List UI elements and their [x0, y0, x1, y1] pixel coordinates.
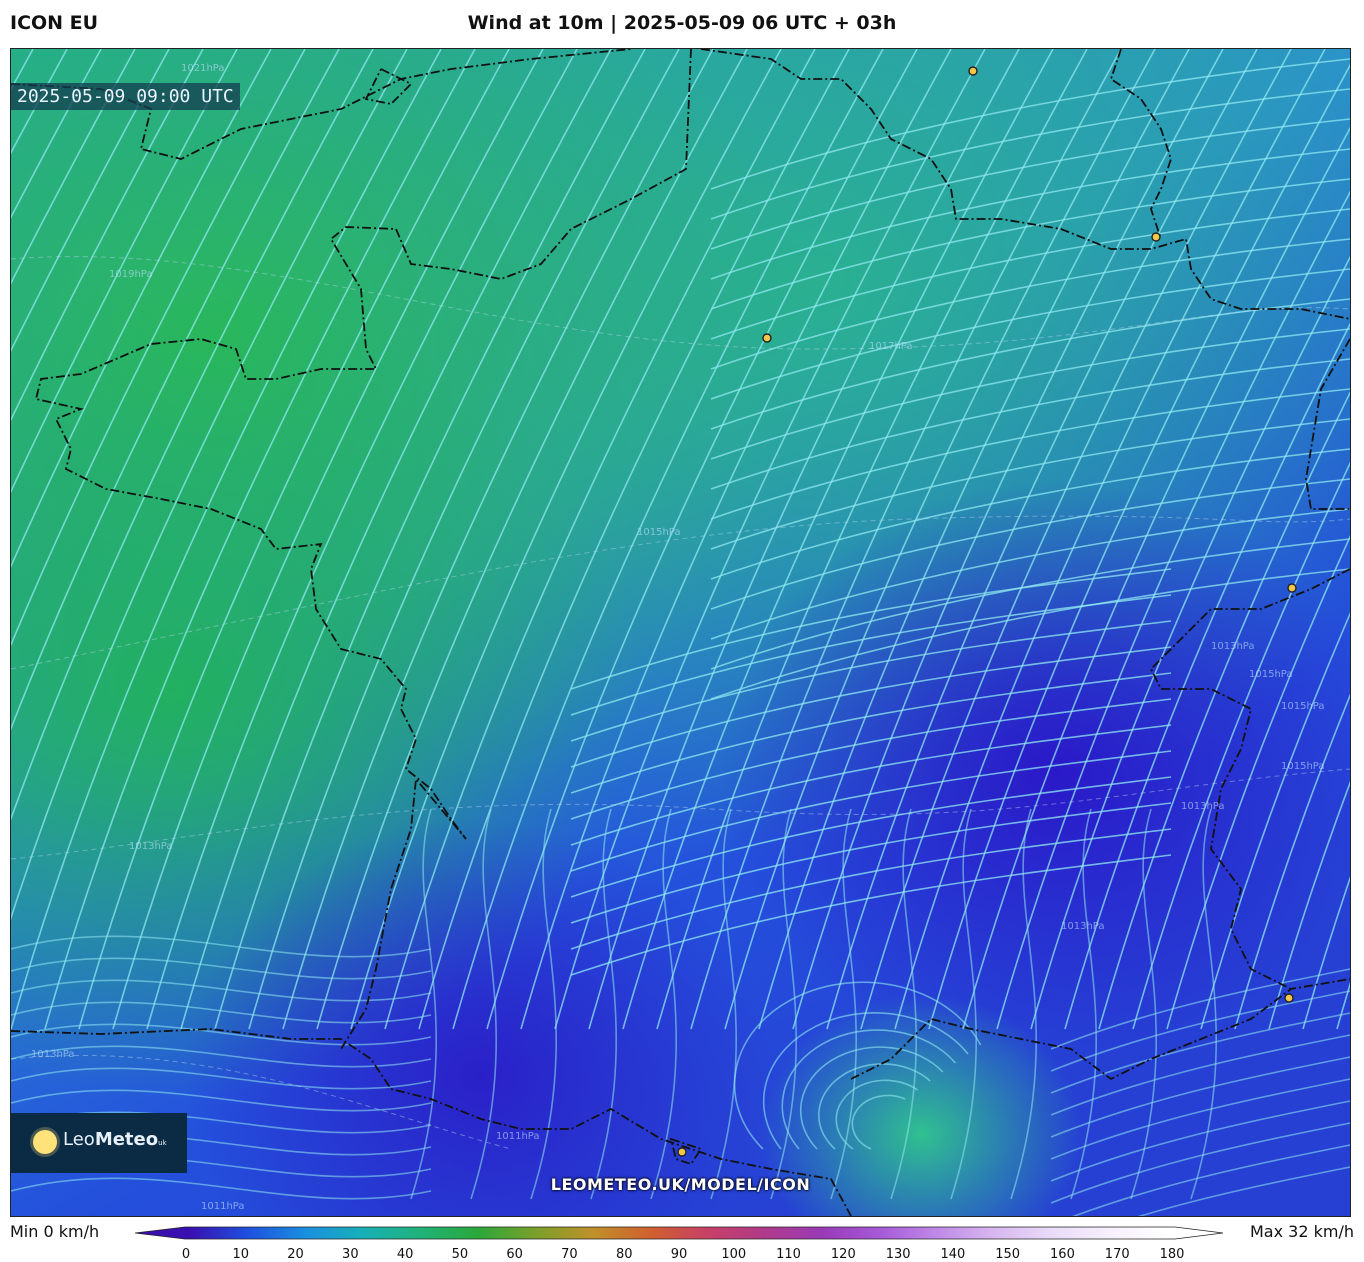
color-scale-tick: 10 — [232, 1247, 250, 1262]
color-scale-gradient — [135, 1226, 1224, 1240]
isobar-label: 1013hPa — [1181, 801, 1225, 812]
color-scale-tick: 70 — [561, 1247, 578, 1262]
color-scale-tick: 170 — [1104, 1247, 1130, 1262]
isobar-label: 1013hPa — [31, 1049, 75, 1060]
color-scale-tick: 60 — [506, 1247, 523, 1262]
isobar-label: 1013hPa — [1211, 641, 1255, 652]
isobar-label: 1015hPa — [1249, 669, 1293, 680]
logo-text: LeoMeteouk — [63, 1129, 167, 1150]
color-scale-tick: 80 — [615, 1247, 633, 1262]
isobar-label: 1015hPa — [1281, 701, 1325, 712]
wind-field: 1021hPa 1019hPa 1017hPa 1015hPa 1013hPa … — [11, 49, 1350, 1216]
color-scale-bar — [135, 1226, 1224, 1240]
legend-min-label: Min 0 km/h — [10, 1222, 100, 1241]
color-scale-tick: 180 — [1159, 1247, 1185, 1262]
isobar-label: 1011hPa — [201, 1201, 245, 1212]
isobar-label: 1015hPa — [637, 527, 681, 538]
isobar-label: 1013hPa — [129, 841, 173, 852]
color-scale-tick: 90 — [670, 1247, 688, 1262]
color-scale-tick: 0 — [181, 1247, 191, 1262]
sun-icon — [33, 1130, 57, 1154]
isobar-label: 1017hPa — [869, 341, 913, 352]
isobar-label: 1011hPa — [496, 1131, 540, 1142]
color-scale-tick: 120 — [830, 1247, 856, 1262]
color-scale-tick: 140 — [940, 1247, 966, 1262]
color-scale-tick: 110 — [776, 1247, 801, 1262]
color-scale-tick: 40 — [396, 1247, 414, 1262]
color-scale-tick: 130 — [885, 1247, 911, 1262]
leometeo-logo[interactable]: LeoMeteouk — [11, 1113, 187, 1173]
isobar-label: 1015hPa — [1281, 761, 1325, 772]
color-scale-tick: 20 — [287, 1247, 304, 1262]
color-scale-tick: 50 — [451, 1247, 469, 1262]
color-scale-tick: 100 — [721, 1247, 747, 1262]
wind-map[interactable]: 1021hPa 1019hPa 1017hPa 1015hPa 1013hPa … — [10, 48, 1351, 1217]
chart-title: Wind at 10m | 2025-05-09 06 UTC + 03h — [467, 12, 897, 34]
color-scale-tick: 160 — [1050, 1247, 1075, 1262]
isobar-label: 1019hPa — [109, 269, 153, 280]
valid-time-label: 2025-05-09 09:00 UTC — [11, 83, 240, 110]
color-scale-tick: 30 — [342, 1247, 359, 1262]
isobar-label: 1013hPa — [1061, 921, 1105, 932]
watermark-url: LEOMETEO.UK/MODEL/ICON — [550, 1175, 811, 1194]
legend-max-label: Max 32 km/h — [1250, 1222, 1354, 1241]
isobar-label: 1021hPa — [181, 63, 225, 74]
color-scale-tick: 150 — [995, 1247, 1021, 1262]
